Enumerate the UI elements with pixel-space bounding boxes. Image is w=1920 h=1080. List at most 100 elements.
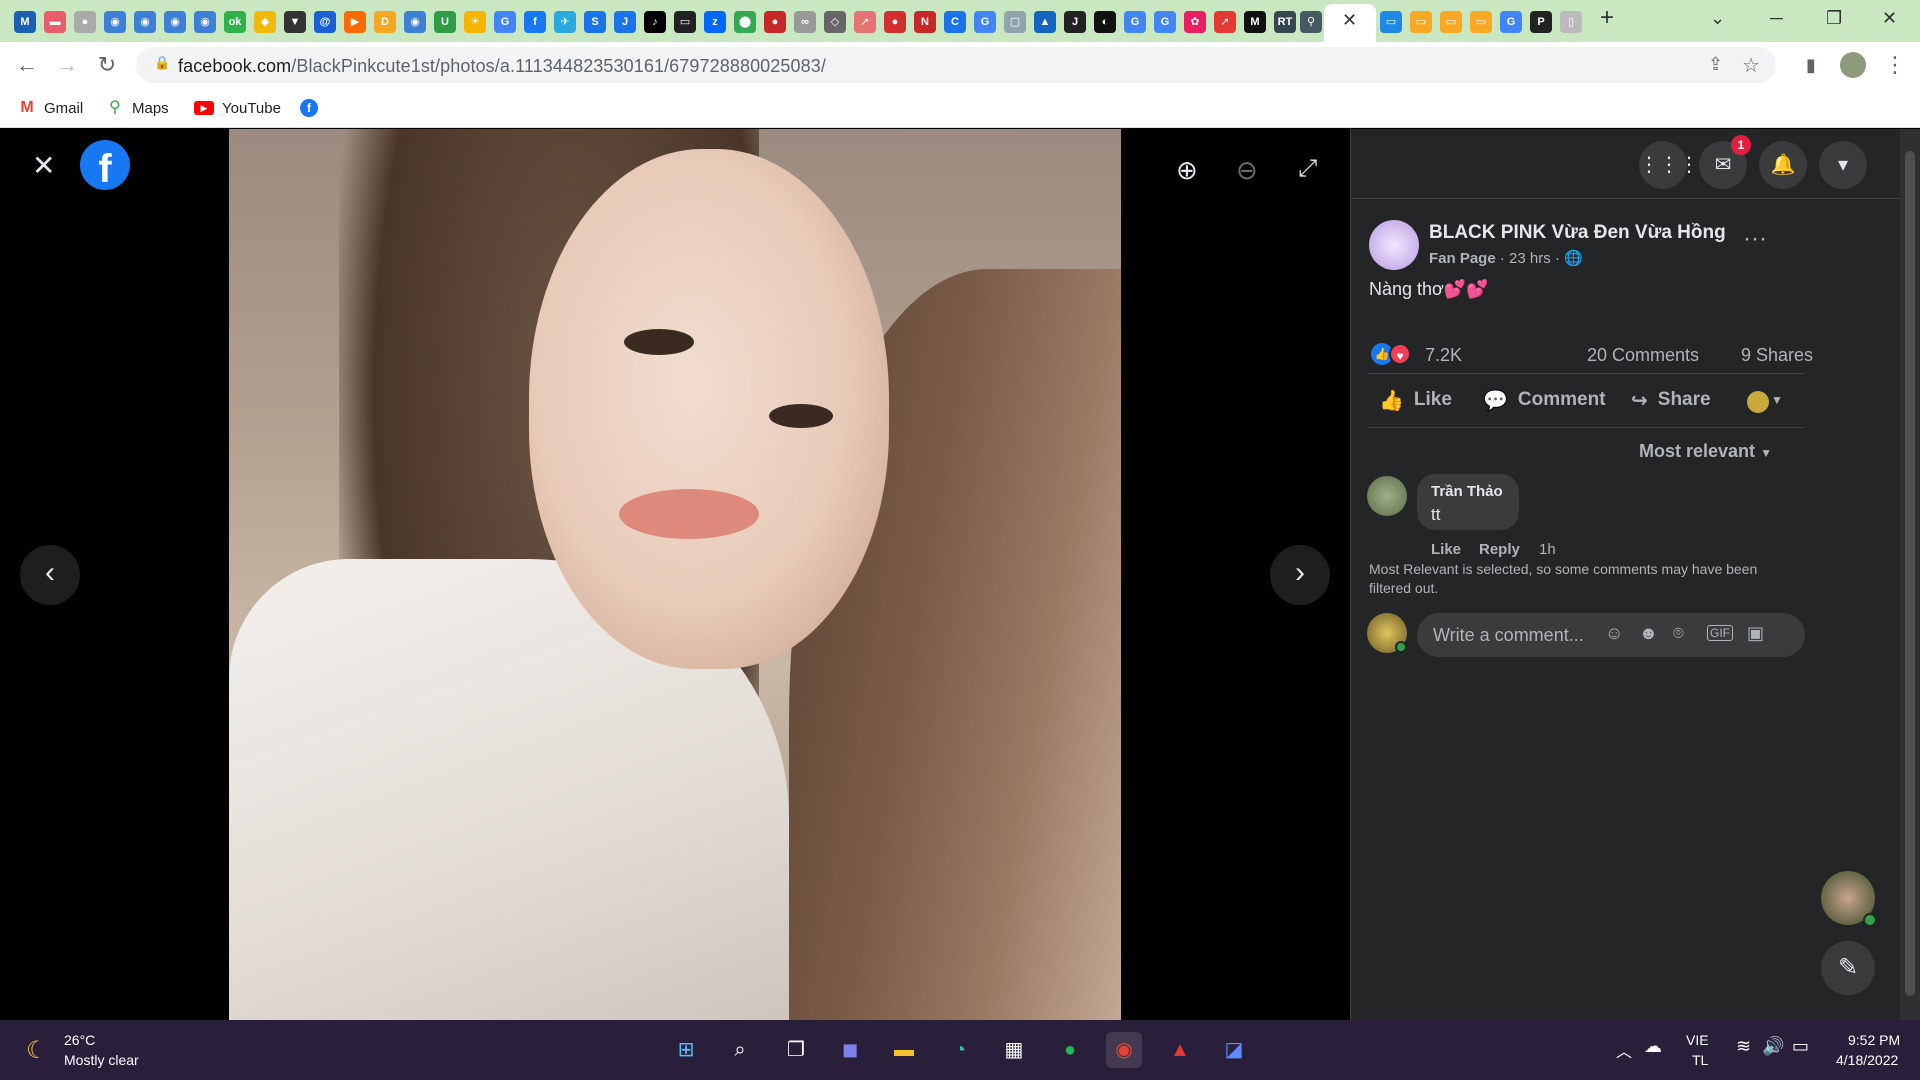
tab-favicon[interactable]: ok: [224, 11, 246, 33]
weather-moon-icon[interactable]: ☾: [26, 1036, 48, 1065]
maximize-button[interactable]: ❐: [1826, 8, 1842, 29]
tab-favicon[interactable]: ◉: [164, 11, 186, 33]
tab-favicon[interactable]: D: [374, 11, 396, 33]
reaction-profile-chevron-icon[interactable]: ▼: [1771, 393, 1783, 407]
tab-favicon[interactable]: G: [1124, 11, 1146, 33]
tab-favicon[interactable]: RT: [1274, 11, 1296, 33]
url-text[interactable]: facebook.com/BlackPinkcute1st/photos/a.1…: [178, 56, 826, 77]
tab-favicon[interactable]: ◇: [824, 11, 846, 33]
tab-favicon[interactable]: ▶: [344, 11, 366, 33]
reaction-profile-avatar[interactable]: [1747, 391, 1769, 413]
tab-favicon[interactable]: @: [314, 11, 336, 33]
profile-avatar[interactable]: [1840, 52, 1866, 78]
tab-favicon[interactable]: ▭: [1380, 11, 1402, 33]
tab-favicon[interactable]: ➚: [854, 11, 876, 33]
tab-favicon[interactable]: G: [1154, 11, 1176, 33]
avatar-sticker-icon[interactable]: ☺: [1605, 623, 1623, 644]
tab-favicon[interactable]: ●: [74, 11, 96, 33]
start-windows-icon[interactable]: ⊞: [668, 1032, 704, 1068]
tab-favicon[interactable]: U: [434, 11, 456, 33]
file-explorer-icon[interactable]: ▬: [886, 1032, 922, 1068]
comment-author[interactable]: Trần Thảo: [1431, 483, 1503, 500]
page-avatar[interactable]: [1369, 220, 1419, 270]
app-icon[interactable]: ◪: [1216, 1032, 1252, 1068]
comment-time[interactable]: 1h: [1539, 541, 1556, 558]
tab-favicon[interactable]: G: [1500, 11, 1522, 33]
shares-count[interactable]: 9 Shares: [1741, 345, 1813, 366]
clock-time[interactable]: 9:52 PM: [1848, 1032, 1900, 1048]
tab-favicon[interactable]: P: [1530, 11, 1552, 33]
chrome-icon[interactable]: ◉: [1106, 1032, 1142, 1068]
tab-favicon[interactable]: ●: [884, 11, 906, 33]
comment-input[interactable]: Write a comment...: [1433, 625, 1584, 646]
tab-favicon[interactable]: ♪: [644, 11, 666, 33]
tab-favicon[interactable]: S: [584, 11, 606, 33]
edge-icon[interactable]: ◔: [942, 1032, 978, 1068]
comment-reply-button[interactable]: Reply: [1479, 541, 1520, 558]
comment-button[interactable]: 💬 Comment: [1483, 382, 1606, 418]
tab-favicon[interactable]: f: [524, 11, 546, 33]
tray-chevron-icon[interactable]: ︿: [1616, 1038, 1632, 1062]
new-tab-button[interactable]: +: [1600, 4, 1614, 32]
emoji-icon[interactable]: ☻: [1639, 623, 1658, 644]
forward-arrow-icon[interactable]: →: [52, 50, 82, 80]
bookmark-gmail[interactable]: M Gmail: [18, 96, 83, 120]
garena-icon[interactable]: ▲: [1162, 1032, 1198, 1068]
lang-code[interactable]: VIE: [1686, 1032, 1709, 1048]
share-button[interactable]: ↪ Share: [1631, 382, 1711, 418]
fullscreen-icon[interactable]: ⤢: [1298, 155, 1317, 183]
comment-author-avatar[interactable]: [1367, 476, 1407, 516]
tab-favicon[interactable]: ▲: [1034, 11, 1056, 33]
camera-icon[interactable]: ⌾: [1673, 623, 1684, 644]
weather-desc[interactable]: Mostly clear: [64, 1052, 139, 1068]
facebook-logo-icon[interactable]: f: [80, 140, 130, 191]
menu-kebab-icon[interactable]: ⋮: [1880, 50, 1910, 80]
tab-favicon[interactable]: ▢: [1004, 11, 1026, 33]
previous-photo-button[interactable]: ‹: [20, 545, 80, 605]
tab-favicon[interactable]: J: [1064, 11, 1086, 33]
scrollbar-thumb[interactable]: [1905, 151, 1915, 996]
microsoft-store-icon[interactable]: ▦: [996, 1032, 1032, 1068]
address-bar[interactable]: 🔒 facebook.com/BlackPinkcute1st/photos/a…: [136, 47, 1776, 83]
tab-favicon[interactable]: ▭: [1440, 11, 1462, 33]
post-photo[interactable]: [229, 129, 1121, 1020]
search-icon[interactable]: ⌕: [722, 1032, 758, 1068]
sticker-icon[interactable]: ▣: [1747, 623, 1764, 644]
tab-favicon[interactable]: ▯: [1560, 11, 1582, 33]
tab-search-chevron-icon[interactable]: ⌄: [1710, 8, 1725, 29]
bookmark-youtube[interactable]: ▶ YouTube: [194, 96, 281, 120]
tab-favicon[interactable]: ◆: [254, 11, 276, 33]
comments-count[interactable]: 20 Comments: [1587, 345, 1699, 366]
gif-icon[interactable]: GIF: [1707, 625, 1733, 641]
share-page-icon[interactable]: ⇪: [1708, 54, 1723, 75]
clock-date[interactable]: 4/18/2022: [1836, 1052, 1898, 1068]
tab-favicon[interactable]: G: [494, 11, 516, 33]
tab-favicon[interactable]: ◉: [134, 11, 156, 33]
zoom-out-icon[interactable]: ⊖: [1236, 155, 1258, 186]
post-time[interactable]: 23 hrs: [1509, 250, 1551, 267]
back-arrow-icon[interactable]: ←: [12, 50, 42, 80]
tab-favicon[interactable]: ●: [764, 11, 786, 33]
reload-icon[interactable]: ↻: [92, 50, 122, 80]
more-options-icon[interactable]: ···: [1743, 225, 1767, 253]
wifi-icon[interactable]: ≋: [1736, 1036, 1751, 1057]
tab-favicon[interactable]: G: [974, 11, 996, 33]
tab-favicon[interactable]: J: [614, 11, 636, 33]
tab-favicon[interactable]: M: [1244, 11, 1266, 33]
tab-favicon[interactable]: ✿: [1184, 11, 1206, 33]
battery-icon[interactable]: ▭: [1792, 1036, 1809, 1057]
menu-grid-icon[interactable]: ⋮⋮⋮: [1639, 141, 1699, 189]
next-photo-button[interactable]: ›: [1270, 545, 1330, 605]
tab-favicon[interactable]: ✈: [554, 11, 576, 33]
tab-favicon[interactable]: ∞: [794, 11, 816, 33]
page-name[interactable]: BLACK PINK Vừa Đen Vừa Hồng: [1429, 222, 1726, 244]
tab-favicon[interactable]: ▭: [1470, 11, 1492, 33]
tab-favicon[interactable]: ◉: [104, 11, 126, 33]
tab-favicon[interactable]: ⬤: [734, 11, 756, 33]
notifications-bell-icon[interactable]: 🔔: [1759, 141, 1807, 189]
tab-favicon[interactable]: ▼: [284, 11, 306, 33]
comment-like-button[interactable]: Like: [1431, 541, 1461, 558]
weather-temp[interactable]: 26°C: [64, 1032, 95, 1048]
page-scrollbar[interactable]: [1900, 129, 1920, 1020]
tab-favicon[interactable]: ◉: [404, 11, 426, 33]
